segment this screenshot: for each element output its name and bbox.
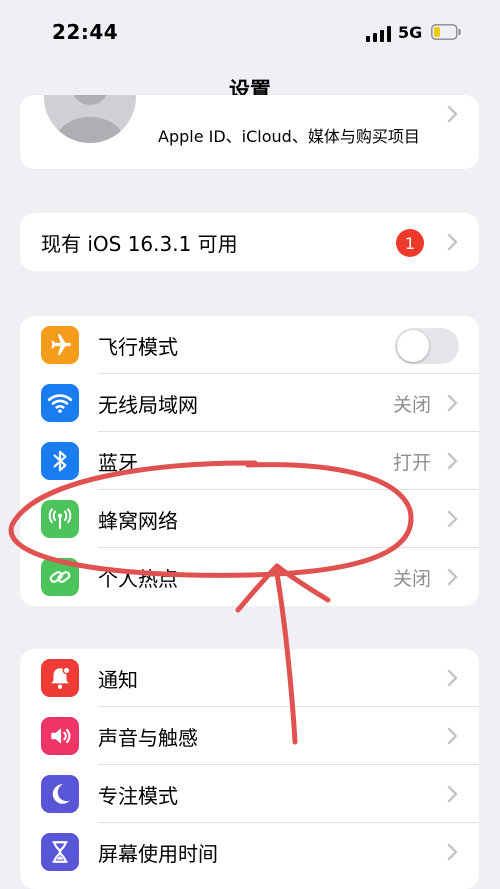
settings-row-wifi[interactable]: 无线局域网 关闭	[20, 374, 479, 432]
cellular-icon	[41, 500, 79, 538]
notification-icon	[41, 659, 79, 697]
airplane-mode-label: 飞行模式	[98, 334, 178, 359]
connectivity-group: 飞行模式 无线局域网 关闭 蓝牙 打开 蜂窝网络 个人热点 关闭	[20, 316, 479, 606]
airplane-icon	[41, 326, 79, 364]
settings-row-notifications[interactable]: 通知	[20, 649, 479, 707]
signal-icon	[366, 26, 391, 42]
screen-time-label: 屏幕使用时间	[98, 841, 218, 866]
sounds-label: 声音与触感	[98, 725, 198, 750]
general-group: 通知 声音与触感 专注模式 屏幕使用时间	[20, 649, 479, 889]
status-time: 22:44	[52, 20, 119, 44]
software-update-row[interactable]: 现有 iOS 16.3.1 可用 1	[20, 213, 479, 271]
hotspot-icon	[41, 558, 79, 596]
network-type: 5G	[398, 23, 423, 42]
status-bar: 22:44 5G	[0, 0, 500, 62]
hotspot-value: 关闭	[392, 567, 431, 590]
avatar[interactable]	[44, 95, 136, 143]
chevron-right-icon	[447, 394, 458, 412]
bluetooth-icon	[41, 442, 79, 480]
bluetooth-label: 蓝牙	[98, 450, 138, 475]
focus-label: 专注模式	[98, 783, 178, 808]
wifi-value: 关闭	[392, 393, 431, 416]
hotspot-label: 个人热点	[98, 566, 178, 591]
toggle-knob	[397, 330, 429, 362]
moon-icon	[41, 775, 79, 813]
settings-row-personal-hotspot[interactable]: 个人热点 关闭	[20, 548, 479, 606]
settings-row-bluetooth[interactable]: 蓝牙 打开	[20, 432, 479, 490]
chevron-right-icon	[447, 452, 458, 470]
settings-row-airplane-mode[interactable]: 飞行模式	[20, 316, 479, 374]
sound-icon	[41, 717, 79, 755]
hourglass-icon	[41, 833, 79, 871]
settings-row-screen-time[interactable]: 屏幕使用时间	[20, 823, 479, 881]
wifi-label: 无线局域网	[98, 392, 198, 417]
chevron-right-icon	[447, 785, 458, 803]
settings-row-focus[interactable]: 专注模式	[20, 765, 479, 823]
software-update-card[interactable]: 现有 iOS 16.3.1 可用 1	[20, 213, 479, 271]
chevron-right-icon	[447, 510, 458, 528]
chevron-right-icon	[447, 843, 458, 861]
chevron-right-icon	[447, 105, 458, 123]
apple-id-subtitle: Apple ID、iCloud、媒体与购买项目	[158, 127, 420, 146]
wifi-icon	[41, 384, 79, 422]
battery-icon	[431, 24, 461, 40]
chevron-right-icon	[447, 233, 458, 251]
airplane-mode-toggle[interactable]	[395, 328, 459, 364]
software-update-label: 现有 iOS 16.3.1 可用	[41, 231, 238, 256]
notifications-label: 通知	[98, 667, 138, 692]
chevron-right-icon	[447, 568, 458, 586]
cellular-label: 蜂窝网络	[98, 508, 178, 533]
apple-id-card[interactable]: Apple ID、iCloud、媒体与购买项目	[20, 95, 479, 169]
chevron-right-icon	[447, 669, 458, 687]
settings-row-sounds[interactable]: 声音与触感	[20, 707, 479, 765]
bluetooth-value: 打开	[392, 451, 431, 474]
settings-row-cellular[interactable]: 蜂窝网络	[20, 490, 479, 548]
chevron-right-icon	[447, 727, 458, 745]
update-badge: 1	[396, 229, 424, 257]
